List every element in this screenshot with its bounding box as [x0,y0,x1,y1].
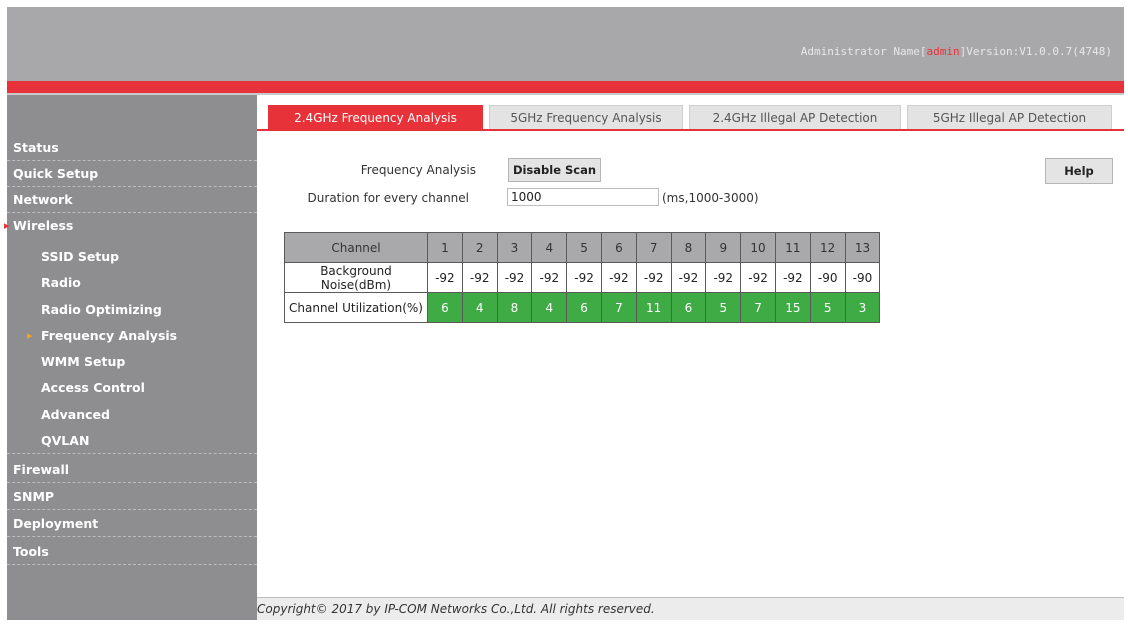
utilization-cell: 7 [600,292,637,323]
sidebar-item-access-control[interactable]: Access Control [7,375,257,401]
noise-cell: -92 [600,262,637,293]
sidebar-item-network[interactable]: Network [7,187,257,213]
channel-cell: 5 [566,232,602,263]
utilization-cell: 5 [705,292,742,323]
utilization-cell: 7 [740,292,776,323]
noise-cell: -90 [844,262,881,293]
help-button[interactable]: Help [1045,158,1113,184]
noise-cell: -92 [427,262,463,293]
noise-cell: -92 [635,262,672,293]
tab-bar: 2.4GHz Frequency Analysis 5GHz Frequency… [257,105,1124,131]
active-arrow-icon: ▸ [27,329,33,342]
utilization-cell: 11 [635,292,672,323]
tab-5ghz-frequency-analysis[interactable]: 5GHz Frequency Analysis [489,105,683,129]
noise-cell: -92 [461,262,498,293]
utilization-cell: 8 [496,292,533,323]
header-accent-band [7,81,1124,95]
noise-cell: -92 [531,262,568,293]
utilization-header: Channel Utilization(%) [284,292,428,323]
tab-2-4ghz-illegal-ap-detection[interactable]: 2.4GHz Illegal AP Detection [689,105,901,129]
noise-cell: -92 [496,262,533,293]
noise-cell: -92 [705,262,742,293]
utilization-row: Channel Utilization(%) 6 4 8 4 6 7 11 6 5 7 15 5 3 [284,292,881,323]
channel-cell: 12 [809,232,846,263]
frequency-analysis-label: Frequency Analysis [360,163,476,177]
sidebar-item-status[interactable]: Status [7,135,257,161]
tab-2-4ghz-frequency-analysis[interactable]: 2.4GHz Frequency Analysis [268,105,483,129]
tab-5ghz-illegal-ap-detection[interactable]: 5GHz Illegal AP Detection [907,105,1112,129]
sidebar-item-firewall[interactable]: Firewall [7,457,257,483]
utilization-cell: 6 [670,292,707,323]
version-text: Version:V1.0.0.7(4748) [966,45,1112,58]
channel-row: Channel 1 2 3 4 5 6 7 8 9 10 11 12 13 [284,232,881,263]
channel-cell: 9 [705,232,742,263]
channel-cell: 11 [774,232,811,263]
sidebar-item-snmp[interactable]: SNMP [7,484,257,510]
sidebar-item-label: Frequency Analysis [41,328,178,343]
utilization-cell: 4 [461,292,498,323]
noise-cell: -92 [740,262,776,293]
noise-cell: -92 [774,262,811,293]
sidebar: Status Quick Setup Network Wireless SSID… [4,95,257,620]
sidebar-item-wireless[interactable]: Wireless [4,213,257,239]
channel-cell: 10 [740,232,776,263]
channel-cell: 8 [670,232,707,263]
admin-label: Administrator Name [800,45,920,58]
duration-input[interactable] [507,188,659,206]
sidebar-item-tools[interactable]: Tools [7,539,257,565]
duration-hint: (ms,1000-3000) [662,191,759,205]
utilization-cell: 6 [566,292,602,323]
footer: Copyright© 2017 by IP-COM Networks Co.,L… [257,597,1124,620]
header-bar: Administrator Name[admin]Version:V1.0.0.… [7,7,1124,81]
utilization-cell: 3 [844,292,881,323]
channel-cell: 13 [844,232,881,263]
channel-cell: 2 [461,232,498,263]
channel-header: Channel [284,232,428,263]
utilization-cell: 6 [427,292,463,323]
admin-name: admin [926,45,960,58]
copyright-text: Copyright© 2017 by IP-COM Networks Co.,L… [257,602,655,616]
noise-header: Background Noise(dBm) [284,262,428,293]
disable-scan-button[interactable]: Disable Scan [508,158,601,182]
channel-cell: 4 [531,232,568,263]
utilization-cell: 5 [809,292,846,323]
sidebar-item-wmm-setup[interactable]: WMM Setup [7,349,257,375]
channel-cell: 1 [427,232,463,263]
noise-row: Background Noise(dBm) -92 -92 -92 -92 -92 -92… [284,262,881,293]
utilization-cell: 15 [774,292,811,323]
sidebar-item-quick-setup[interactable]: Quick Setup [7,161,257,187]
main-content: 2.4GHz Frequency Analysis 5GHz Frequency… [257,95,1124,620]
duration-label: Duration for every channel [307,191,469,205]
admin-info: Administrator Name[admin]Version:V1.0.0.… [800,45,1112,58]
sidebar-item-qvlan[interactable]: QVLAN [7,428,257,454]
frequency-table: Channel 1 2 3 4 5 6 7 8 9 10 11 12 13 Background Noi… [284,232,881,323]
channel-cell: 3 [496,232,533,263]
sidebar-item-ssid-setup[interactable]: SSID Setup [7,244,257,270]
sidebar-item-radio-optimizing[interactable]: Radio Optimizing [7,297,257,323]
noise-cell: -92 [670,262,707,293]
sidebar-item-radio[interactable]: Radio [7,270,257,296]
channel-cell: 7 [635,232,672,263]
channel-cell: 6 [600,232,637,263]
noise-cell: -92 [566,262,602,293]
sidebar-item-advanced[interactable]: Advanced [7,402,257,428]
sidebar-item-deployment[interactable]: Deployment [7,511,257,537]
noise-cell: -90 [809,262,846,293]
sidebar-item-frequency-analysis[interactable]: ▸ Frequency Analysis [7,323,257,349]
utilization-cell: 4 [531,292,568,323]
